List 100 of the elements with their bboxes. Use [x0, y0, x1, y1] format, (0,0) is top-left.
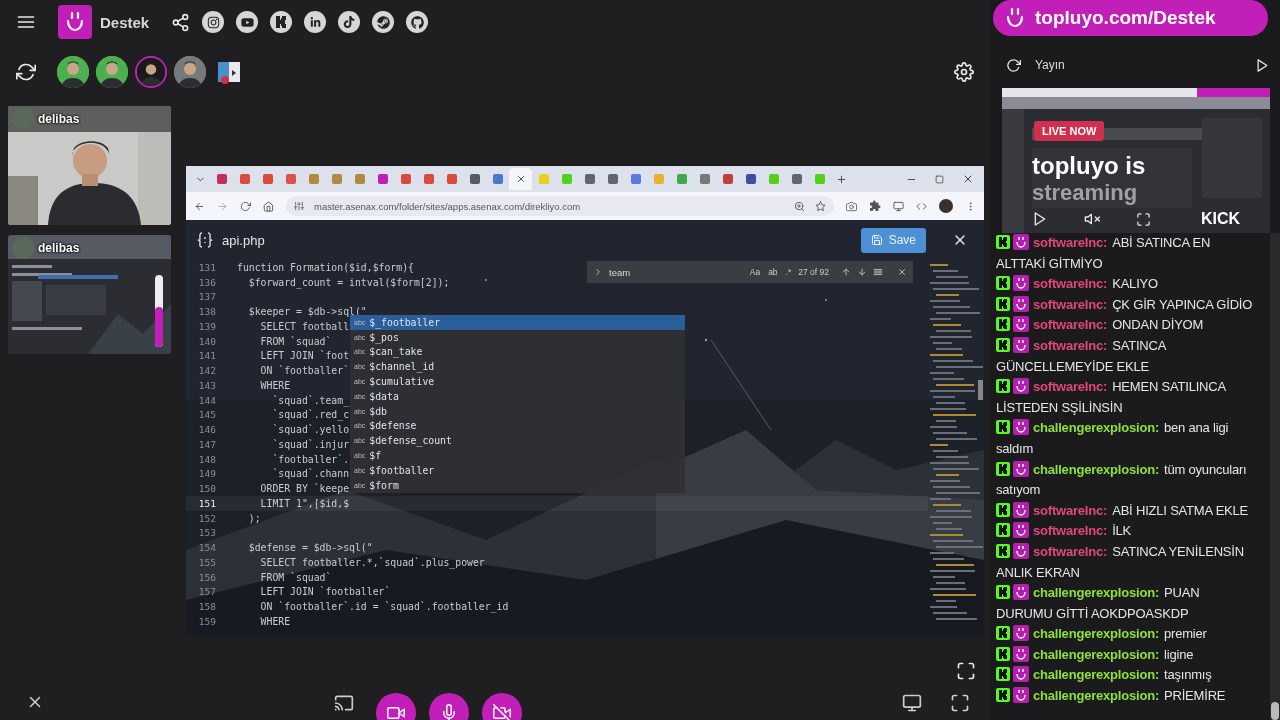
extensions-button[interactable] [869, 200, 881, 212]
user-avatar[interactable] [174, 56, 206, 88]
camera-button[interactable] [846, 200, 857, 212]
volume-slider[interactable] [155, 275, 163, 347]
code-line: WHERE [259, 379, 291, 391]
social-link-button[interactable] [270, 11, 293, 33]
zoom-icon [794, 200, 805, 212]
camera-icon [206, 15, 220, 29]
find-option-toggle[interactable]: ab [767, 267, 779, 277]
smile-badge-icon [1013, 666, 1029, 683]
user-avatar[interactable] [57, 56, 89, 88]
previous-match-button[interactable] [841, 267, 851, 277]
panel-title: Yayın [1035, 58, 1065, 72]
code-line: LEFT JOIN `foot [259, 350, 350, 362]
link-banner[interactable]: topluyo.com/Destek [993, 0, 1268, 36]
social-link-button[interactable] [338, 11, 361, 33]
k-letter-icon [275, 16, 287, 28]
video-tile[interactable]: delibas [8, 235, 171, 354]
next-match-button[interactable] [857, 267, 867, 277]
microphone-icon [440, 704, 458, 720]
k-badge-icon [996, 502, 1010, 517]
find-option-toggle[interactable]: .* [784, 267, 793, 277]
video-off-icon [493, 704, 511, 720]
k-badge-icon [996, 646, 1010, 661]
code-line: ON `footballer` [259, 365, 350, 377]
close-find-button[interactable] [897, 267, 907, 277]
chat-message-text: satıyom [996, 481, 1041, 500]
home-button[interactable] [263, 200, 274, 212]
line-number: 151 [197, 497, 216, 509]
mute-button[interactable] [1084, 211, 1100, 227]
code-line: LIMIT 1",[$id,$ [259, 497, 350, 509]
chat-message-text: LİSTEDEN SŞİLİNSİN [996, 398, 1123, 417]
social-link-button[interactable] [372, 11, 395, 33]
suggestion-label: $can_take [369, 346, 423, 358]
stream-subtitle: streaming [1032, 180, 1138, 206]
k-badge-icon [996, 585, 1010, 600]
find-menu-button[interactable] [873, 267, 883, 277]
back-button[interactable] [194, 200, 205, 212]
line-number: 147 [197, 438, 216, 450]
suggestion-label: $f [369, 450, 382, 462]
smile-badge-icon [1013, 501, 1029, 518]
social-link-button[interactable] [236, 11, 259, 33]
user-avatar[interactable] [96, 56, 128, 88]
social-link-button[interactable] [304, 11, 327, 33]
chat-message-text: ALTTAKİ GİTMİYO [996, 254, 1103, 273]
chat-message-text: SATINCA [1112, 337, 1167, 353]
address-field[interactable]: master.asenax.com/folder/sites/apps.asenax.com/direkliyo.com [286, 196, 834, 216]
popout-player-button[interactable] [1255, 57, 1270, 73]
chat-username: softwareInc: [1033, 523, 1108, 539]
chat-message-text: GÜNCELLEMEYİDE EKLE [996, 357, 1149, 376]
match-count: 27 of 92 [798, 267, 829, 277]
line-number: 136 [197, 276, 216, 288]
smile-badge-icon [1013, 625, 1029, 642]
chat-username: softwareInc: [1033, 317, 1108, 333]
chat-message-text: SATINCA YENİLENSİN [1112, 543, 1244, 559]
reload-button[interactable] [240, 200, 251, 212]
k-badge-icon [996, 235, 1010, 249]
chat-message-text: KALIYO [1112, 276, 1158, 292]
social-link-button[interactable] [202, 11, 225, 33]
refresh-button[interactable] [1006, 57, 1021, 73]
smile-badge-icon [1013, 645, 1029, 662]
cast-button[interactable] [334, 693, 354, 713]
chat-message-text: ben ana ligi [1164, 420, 1229, 436]
chat-message-text: ONDAN DİYOM [1112, 317, 1204, 333]
line-number: 139 [197, 320, 216, 332]
share-button[interactable] [171, 12, 191, 32]
code-line: LEFT JOIN `footballer` [259, 586, 391, 598]
line-number: 142 [197, 365, 216, 377]
monitor-button[interactable] [893, 200, 904, 212]
save-icon [870, 234, 883, 246]
suggestion-label: $_pos [369, 331, 399, 343]
close-button[interactable] [962, 173, 974, 185]
maximize-button[interactable] [950, 693, 970, 713]
refresh-button[interactable] [16, 62, 36, 82]
browser-tab[interactable] [509, 168, 532, 190]
k-badge-icon [996, 276, 1010, 291]
k-badge-icon [996, 317, 1010, 332]
social-link-button[interactable] [406, 11, 429, 33]
monitor-button[interactable] [902, 693, 922, 713]
participant-name: delibas [38, 112, 80, 126]
suggestion-label: $cumulative [369, 376, 435, 388]
play-button[interactable] [1032, 211, 1048, 227]
code-line: FROM `squad` [259, 335, 332, 347]
chat-message-text: ANLIK EKRAN [996, 563, 1080, 582]
settings-button[interactable] [954, 62, 974, 82]
k-badge-icon [996, 420, 1010, 435]
fullscreen-button[interactable] [956, 661, 976, 681]
find-field[interactable]: team [609, 264, 743, 280]
file-name: api.php [222, 232, 265, 248]
fullscreen-button[interactable] [1136, 211, 1151, 227]
profile-avatar[interactable] [939, 199, 953, 213]
user-avatar[interactable] [135, 56, 167, 88]
video-tile[interactable]: delibas [8, 106, 171, 225]
code-line: $defense = $db->sql(" [247, 542, 373, 554]
code-line: `squad`.red_c [271, 409, 350, 421]
suggestion-label: $channel_id [369, 361, 435, 373]
find-option-toggle[interactable]: Aa [748, 267, 762, 277]
k-badge-icon [996, 461, 1010, 476]
code-line: `squad`.yello [271, 424, 350, 436]
chat-message-text: saldım [996, 439, 1034, 458]
